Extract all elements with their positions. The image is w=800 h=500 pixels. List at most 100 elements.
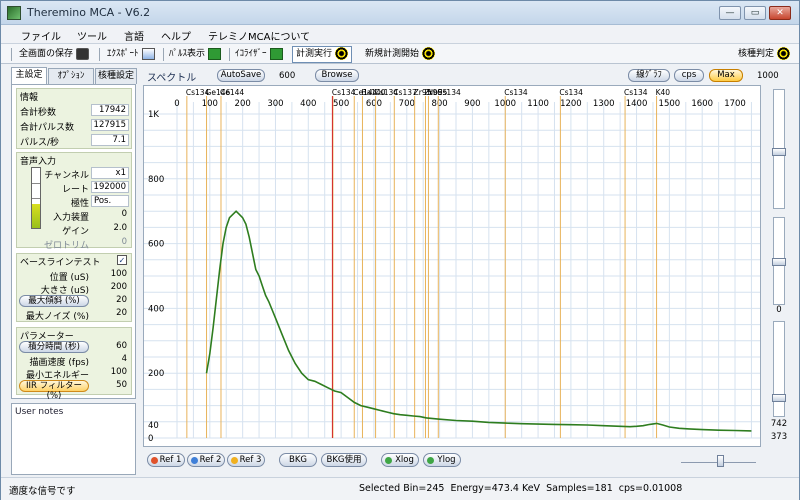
vertical-zoom-thumb[interactable] [772, 148, 786, 156]
iir-filter-button[interactable]: IIR フィルター (%) [19, 380, 89, 401]
integration-time-field[interactable]: 60 [91, 341, 129, 353]
input-device-field[interactable]: 0 [91, 209, 129, 221]
min-energy-field[interactable]: 100 [91, 367, 129, 379]
xlog-button[interactable]: Xlog [381, 453, 419, 467]
spectrum-title: スペクトル [147, 73, 197, 84]
nuclide-marker-label: Cs134 [437, 88, 461, 97]
y-tick-label: 0 [148, 434, 153, 444]
ref1-button[interactable]: Ref 1 [147, 453, 185, 467]
x-tick-label: 1100 [527, 99, 549, 109]
draw-speed-field[interactable]: 4 [91, 354, 129, 366]
user-notes-panel[interactable]: User notes [11, 403, 136, 475]
menu-about[interactable]: テレミノMCAについて [208, 28, 310, 43]
polarity-select[interactable]: Pos. [91, 195, 129, 207]
run-measure-label: 計測実行 [296, 49, 333, 59]
app-window: Theremino MCA - V6.2 — ▭ ✕ ファイル ツール 言語 ヘ… [0, 0, 800, 500]
audio-row: ゼロトリム 0 [17, 237, 133, 251]
baseline-checkbox[interactable]: ✓ [117, 255, 127, 265]
run-measure-button[interactable]: 計測実行 [292, 46, 353, 63]
gain-field[interactable]: 2.0 [91, 223, 129, 235]
menu-file[interactable]: ファイル [21, 28, 61, 43]
nuclide-marker-label: K40 [656, 88, 671, 97]
autosave-interval[interactable]: 600 [279, 71, 295, 81]
window-title: Theremino MCA - V6.2 [27, 6, 151, 19]
bkg-use-button[interactable]: BKG使用 [321, 453, 367, 467]
audio-label: ゼロトリム [43, 241, 89, 251]
user-notes-title: User notes [15, 407, 64, 417]
radiation-icon [777, 47, 791, 60]
menu-bar: ファイル ツール 言語 ヘルプ テレミノMCAについて [1, 25, 799, 44]
equalizer-wave-icon [269, 47, 283, 60]
nuclide-id-label: 核種判定 [738, 49, 775, 59]
status-bar: 適度な信号です Selected Bin=245 Energy=473.4 Ke… [1, 477, 799, 500]
ref3-button[interactable]: Ref 3 [227, 453, 265, 467]
max-slope-field[interactable]: 20 [91, 295, 129, 307]
x-tick-label: 300 [267, 99, 283, 109]
nuclide-marker-label: Cs134 [504, 88, 528, 97]
spectrum-chart[interactable]: 0 100 200 300 400 500 600 700 800 900 1000 1100 1200… [144, 86, 760, 446]
channel-select[interactable]: x1 [91, 167, 129, 179]
horizontal-slider-thumb[interactable] [717, 455, 724, 467]
position-field[interactable]: 100 [91, 269, 129, 281]
ref3-indicator-icon [231, 457, 238, 464]
y-tick-label: 40 [148, 421, 159, 431]
size-field[interactable]: 200 [91, 282, 129, 294]
offset-thumb[interactable] [772, 258, 786, 266]
tab-options[interactable]: ｵﾌﾟｼｮﾝ [48, 68, 94, 84]
export-label: ｴｸｽﾎﾟｰﾄ [107, 49, 139, 59]
maximize-button[interactable]: ▭ [744, 6, 766, 20]
integration-time-button[interactable]: 積分時間 (秒) [19, 341, 89, 353]
bkg-button[interactable]: BKG [279, 453, 317, 467]
info-group: 情報 合計秒数 17942 合計パルス数 127915 パルス/秒 7.1 [16, 88, 132, 149]
baseline-row: 大きさ (uS) 200 [17, 282, 133, 296]
tab-main-settings[interactable]: 主設定 [11, 67, 47, 84]
line-graph-button[interactable]: 線ｸﾞﾗﾌ [628, 69, 670, 82]
audio-row: 入力装置 0 [17, 209, 133, 223]
spectrum-header: スペクトル AutoSave 600 Browse 線ｸﾞﾗﾌ cps Max … [143, 67, 783, 85]
save-screen-button[interactable]: 全画面の保存 [19, 47, 90, 62]
baseline-row: 最大ノイズ (%) 20 [17, 308, 133, 322]
save-screen-label: 全画面の保存 [19, 49, 74, 59]
iir-filter-field[interactable]: 50 [91, 380, 129, 392]
ylog-button[interactable]: Ylog [423, 453, 461, 467]
max-slope-button[interactable]: 最大傾斜 (%) [19, 295, 89, 307]
x-tick-label: 600 [366, 99, 382, 109]
close-button[interactable]: ✕ [769, 6, 791, 20]
browse-button[interactable]: Browse [315, 69, 359, 82]
menu-help[interactable]: ヘルプ [161, 28, 191, 43]
offset-slider[interactable] [772, 217, 786, 305]
pulse-display-button[interactable]: ﾊﾟﾙｽ表示 [169, 47, 222, 62]
tab-nuclide-settings[interactable]: 核種設定 [95, 68, 137, 84]
cps-button[interactable]: cps [674, 69, 704, 82]
new-measure-button[interactable]: 新規計測開始 [365, 47, 436, 62]
menu-language[interactable]: 言語 [124, 28, 144, 43]
vertical-zoom-slider[interactable] [772, 89, 786, 209]
export-button[interactable]: ｴｸｽﾎﾟｰﾄ [107, 47, 155, 62]
x-tick-label: 1300 [593, 99, 615, 109]
nuclide-id-button[interactable]: 核種判定 [738, 47, 791, 62]
y-tick-label: 600 [148, 240, 164, 250]
minimize-button[interactable]: — [719, 6, 741, 20]
ylog-indicator-icon [427, 457, 434, 464]
y-tick-label: 400 [148, 304, 164, 314]
audio-label: チャンネル [44, 171, 89, 181]
energy-thumb[interactable] [772, 394, 786, 402]
baseline-row: 位置 (uS) 100 [17, 269, 133, 283]
radiation-icon [335, 47, 349, 60]
selection-status: Selected Bin=245 Energy=473.4 KeV Sample… [359, 483, 683, 494]
rate-select[interactable]: 192000 [91, 181, 129, 193]
max-noise-field[interactable]: 20 [91, 308, 129, 320]
ref2-button[interactable]: Ref 2 [187, 453, 225, 467]
x-tick-label: 700 [399, 99, 415, 109]
zero-trim-field[interactable]: 0 [91, 237, 129, 249]
max-button[interactable]: Max [709, 69, 743, 82]
equalizer-button[interactable]: ｲｺﾗｲｻﾞｰ [235, 47, 283, 62]
menu-tools[interactable]: ツール [77, 28, 107, 43]
autosave-button[interactable]: AutoSave [217, 69, 265, 82]
offset-value: 0 [776, 305, 782, 315]
baseline-row: 最大傾斜 (%) 20 [17, 295, 133, 308]
spectrum-plot[interactable]: 0 100 200 300 400 500 600 700 800 900 1000 1100 1200… [143, 85, 761, 447]
energy-slider[interactable] [772, 321, 786, 417]
equalizer-label: ｲｺﾗｲｻﾞｰ [235, 49, 267, 59]
info-row: パルス/秒 7.1 [17, 134, 133, 148]
